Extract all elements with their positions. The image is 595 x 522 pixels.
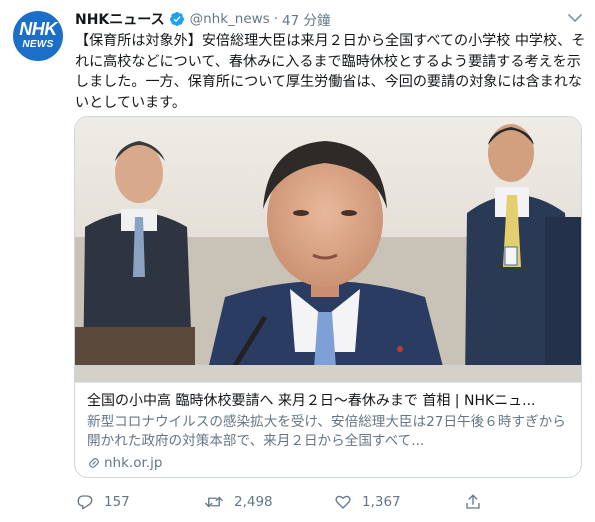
tweet-time[interactable]: 47 分鐘 — [282, 9, 330, 29]
news-photo — [75, 117, 581, 382]
reply-icon — [77, 495, 93, 510]
card-body: 全国の小中高 臨時休校要請へ 来月２日～春休みまで 首相 | NHKニュ... … — [75, 382, 581, 477]
reply-count: 157 — [104, 494, 130, 510]
card-domain-text: nhk.or.jp — [104, 455, 163, 471]
like-button[interactable]: 1,367 — [334, 493, 401, 511]
verified-icon — [169, 12, 184, 26]
share-button[interactable] — [464, 493, 492, 511]
card-domain: nhk.or.jp — [87, 455, 162, 471]
card-title: 全国の小中高 臨時休校要請へ 来月２日～春休みまで 首相 | NHKニュ... — [87, 393, 536, 409]
tweet-text: 【保育所は対象外】安倍総理大臣は来月２日から全国すべての小学校 中学校、それに高… — [75, 33, 586, 111]
avatar[interactable]: NHK NEWS — [13, 11, 63, 61]
avatar-logo-news: NEWS — [22, 39, 54, 50]
retweet-icon — [205, 496, 223, 508]
tweet-header: NHKニュース @nhk_news · 47 分鐘 — [75, 9, 331, 29]
link-icon — [89, 458, 99, 468]
card-description: 新型コロナウイルスの感染拡大を受け、安倍総理大臣は27日午後６時すぎから開かれた… — [87, 414, 566, 449]
avatar-logo-nhk: NHK — [19, 19, 57, 39]
tweet: NHK NEWS NHKニュース @nhk_news · 47 分鐘 【保育所は… — [0, 0, 595, 522]
author-name[interactable]: NHKニュース — [75, 9, 165, 29]
like-icon — [335, 495, 351, 509]
caret-down-icon[interactable] — [567, 12, 583, 24]
like-count: 1,367 — [362, 494, 401, 510]
author-handle[interactable]: @nhk_news — [190, 11, 270, 27]
share-icon — [466, 494, 480, 509]
link-card[interactable]: 全国の小中高 臨時休校要請へ 来月２日～春休みまで 首相 | NHKニュ... … — [74, 116, 582, 478]
tweet-actions: 157 2,498 1,367 — [76, 493, 576, 513]
retweet-count: 2,498 — [234, 494, 273, 510]
retweet-button[interactable]: 2,498 — [204, 493, 273, 511]
reply-button[interactable]: 157 — [76, 493, 130, 511]
separator: · — [273, 11, 279, 27]
